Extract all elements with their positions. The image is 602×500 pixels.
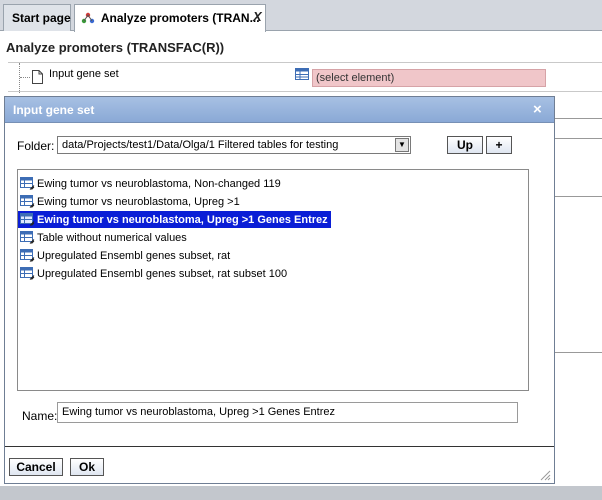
tree-line [19,63,20,93]
list-item[interactable]: Upregulated Ensembl genes subset, rat [18,247,233,264]
cancel-button[interactable]: Cancel [9,458,63,476]
list-item[interactable]: Ewing tumor vs neuroblastoma, Non-change… [18,175,284,192]
element-list[interactable]: Ewing tumor vs neuroblastoma, Non-change… [17,169,529,391]
tab-start-page[interactable]: Start page [3,4,71,31]
input-gene-set-field[interactable]: (select element) [312,69,546,87]
divider [555,138,602,139]
list-item[interactable]: Table without numerical values [18,229,190,246]
name-field[interactable]: Ewing tumor vs neuroblastoma, Upreg >1 G… [57,402,518,423]
list-item-label: Upregulated Ensembl genes subset, rat su… [37,268,288,280]
divider [555,352,602,353]
table-icon [20,267,35,283]
divider [5,446,554,447]
table-icon [20,195,35,211]
folder-label: Folder: [17,139,55,153]
table-icon [20,177,35,193]
list-item-label: Ewing tumor vs neuroblastoma, Upreg >1 G… [37,214,328,226]
dialog-title: Input gene set [13,103,95,117]
table-icon [20,231,35,247]
up-button[interactable]: Up [447,136,483,154]
table-icon [295,68,309,83]
list-item-label: Ewing tumor vs neuroblastoma, Non-change… [37,178,281,190]
workflow-icon [81,12,95,27]
status-bar [0,486,602,500]
property-row-input-gene-set: Input gene set (select element) [8,62,602,93]
list-item[interactable]: Ewing tumor vs neuroblastoma, Upreg >1 G… [18,211,331,228]
input-gene-set-dialog: Input gene set × Folder: data/Projects/t… [4,96,555,484]
tab-bar: Start page Analyze promoters (TRAN... X [0,0,602,32]
resize-grip-icon[interactable] [540,470,551,484]
folder-select-value: data/Projects/test1/Data/Olga/1 Filtered… [62,139,339,151]
list-item[interactable]: Ewing tumor vs neuroblastoma, Upreg >1 [18,193,243,210]
list-item[interactable]: Upregulated Ensembl genes subset, rat su… [18,265,290,282]
close-icon[interactable]: × [533,101,542,118]
folder-select[interactable]: data/Projects/test1/Data/Olga/1 Filtered… [57,136,411,154]
list-item-label: Ewing tumor vs neuroblastoma, Upreg >1 [37,196,240,208]
name-label: Name: [22,409,58,423]
list-item-label: Table without numerical values [37,232,187,244]
table-icon [20,213,35,229]
list-item-label: Upregulated Ensembl genes subset, rat [37,250,231,262]
add-button[interactable]: + [486,136,512,154]
chevron-down-icon[interactable]: ▼ [395,138,409,152]
document-icon [32,70,43,87]
tab-analyze-promoters[interactable]: Analyze promoters (TRAN... [74,4,266,32]
divider [555,196,602,197]
property-label: Input gene set [49,68,119,80]
tree-branch [20,77,30,78]
table-icon [20,249,35,265]
divider [555,118,602,119]
ok-button[interactable]: Ok [70,458,104,476]
page-title: Analyze promoters (TRANSFAC(R)) [6,40,225,55]
tab-start-page-label: Start page [12,11,71,25]
dialog-titlebar[interactable]: Input gene set × [5,97,554,123]
close-icon[interactable]: X [253,9,262,24]
tab-analyze-promoters-label: Analyze promoters (TRAN... [100,11,260,25]
